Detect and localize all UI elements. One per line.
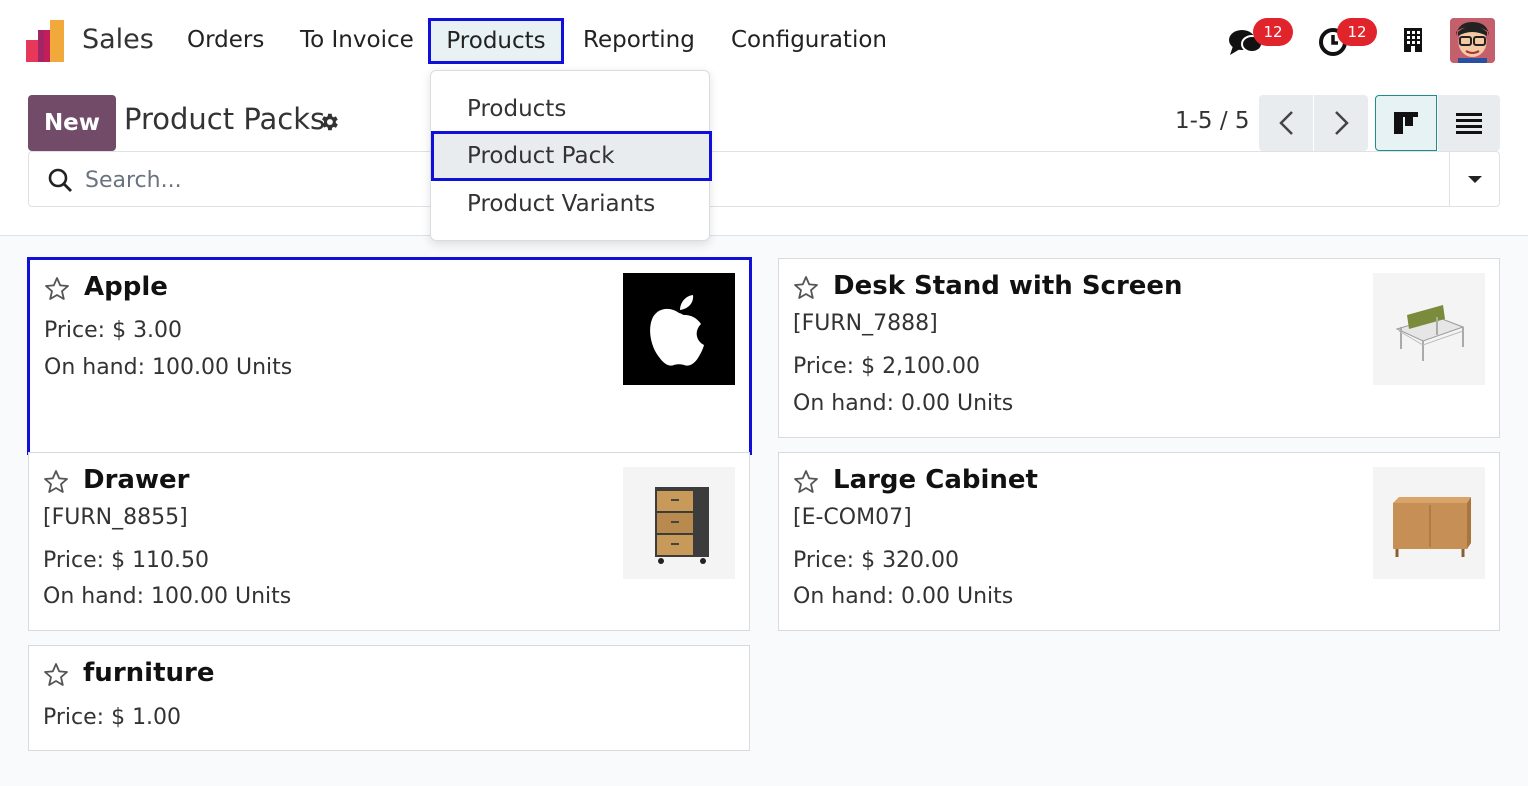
card-on-hand: On hand: 100.00 Units <box>44 355 293 380</box>
card-title: Drawer <box>83 465 190 495</box>
card-price: Price: $ 2,100.00 <box>793 354 981 379</box>
search-bar <box>28 151 1500 207</box>
dropdown-item-products[interactable]: Products <box>431 86 711 132</box>
messages-badge: 12 <box>1253 18 1293 46</box>
pager-previous-button[interactable] <box>1259 95 1313 151</box>
card-title: Desk Stand with Screen <box>833 271 1183 301</box>
drawer-image <box>623 467 735 579</box>
product-card-apple[interactable]: Apple Price: $ 3.00 On hand: 100.00 Unit… <box>27 257 752 455</box>
top-navbar: Sales Orders To Invoice Products Reporti… <box>0 0 1528 80</box>
menu-products[interactable]: Products <box>428 18 564 64</box>
favorite-star-icon[interactable] <box>43 469 69 495</box>
company-building-icon[interactable] <box>1403 27 1423 53</box>
activities-badge: 12 <box>1337 18 1377 46</box>
card-title: furniture <box>83 658 215 688</box>
favorite-star-icon[interactable] <box>44 276 70 302</box>
desk-stand-image <box>1373 273 1485 385</box>
cabinet-image <box>1373 467 1485 579</box>
product-card-desk-stand[interactable]: Desk Stand with Screen [FURN_7888] Price… <box>778 258 1500 438</box>
chevron-right-icon <box>1335 111 1349 135</box>
card-on-hand: On hand: 0.00 Units <box>793 584 1014 609</box>
sales-app-icon[interactable] <box>24 20 68 62</box>
product-card-furniture[interactable]: furniture Price: $ 1.00 <box>28 645 750 751</box>
chevron-left-icon <box>1279 111 1293 135</box>
list-icon <box>1456 113 1482 134</box>
gear-icon[interactable] <box>318 111 340 133</box>
card-price: Price: $ 110.50 <box>43 548 210 573</box>
control-panel: New Product Packs 1-5 / 5 <box>0 80 1528 236</box>
caret-down-icon <box>1468 176 1482 183</box>
kanban-icon <box>1394 112 1418 134</box>
user-avatar[interactable] <box>1450 18 1495 63</box>
card-price: Price: $ 3.00 <box>44 318 183 343</box>
pager-value[interactable]: 1-5 / 5 <box>1175 108 1250 134</box>
menu-configuration[interactable]: Configuration <box>731 20 887 62</box>
card-on-hand: On hand: 100.00 Units <box>43 584 292 609</box>
card-reference: [E-COM07] <box>793 505 912 530</box>
app-name[interactable]: Sales <box>82 20 154 62</box>
menu-reporting[interactable]: Reporting <box>583 20 695 62</box>
card-title: Apple <box>84 272 168 302</box>
dropdown-item-product-pack[interactable]: Product Pack <box>431 131 712 181</box>
menu-to-invoice[interactable]: To Invoice <box>300 20 414 62</box>
list-view-button[interactable] <box>1438 95 1500 151</box>
products-dropdown-menu: Products Product Pack Product Variants <box>430 70 712 241</box>
product-card-drawer[interactable]: Drawer [FURN_8855] Price: $ 110.50 On ha… <box>28 452 750 631</box>
card-reference: [FURN_8855] <box>43 505 188 530</box>
card-price: Price: $ 320.00 <box>793 548 960 573</box>
favorite-star-icon[interactable] <box>793 469 819 495</box>
kanban-view-button[interactable] <box>1375 95 1437 151</box>
search-input[interactable] <box>85 164 425 196</box>
card-reference: [FURN_7888] <box>793 311 938 336</box>
search-icon <box>48 168 72 192</box>
new-button[interactable]: New <box>28 95 116 151</box>
card-on-hand: On hand: 0.00 Units <box>793 391 1014 416</box>
menu-orders[interactable]: Orders <box>187 20 264 62</box>
dropdown-item-product-variants[interactable]: Product Variants <box>431 181 711 227</box>
product-card-large-cabinet[interactable]: Large Cabinet [E-COM07] Price: $ 320.00 … <box>778 452 1500 631</box>
search-options-toggle[interactable] <box>1450 152 1500 206</box>
favorite-star-icon[interactable] <box>793 275 819 301</box>
page-title: Product Packs <box>124 102 326 136</box>
card-price: Price: $ 1.00 <box>43 705 182 730</box>
card-title: Large Cabinet <box>833 465 1038 495</box>
pager-next-button[interactable] <box>1314 95 1368 151</box>
apple-logo-image <box>623 273 735 385</box>
favorite-star-icon[interactable] <box>43 662 69 688</box>
